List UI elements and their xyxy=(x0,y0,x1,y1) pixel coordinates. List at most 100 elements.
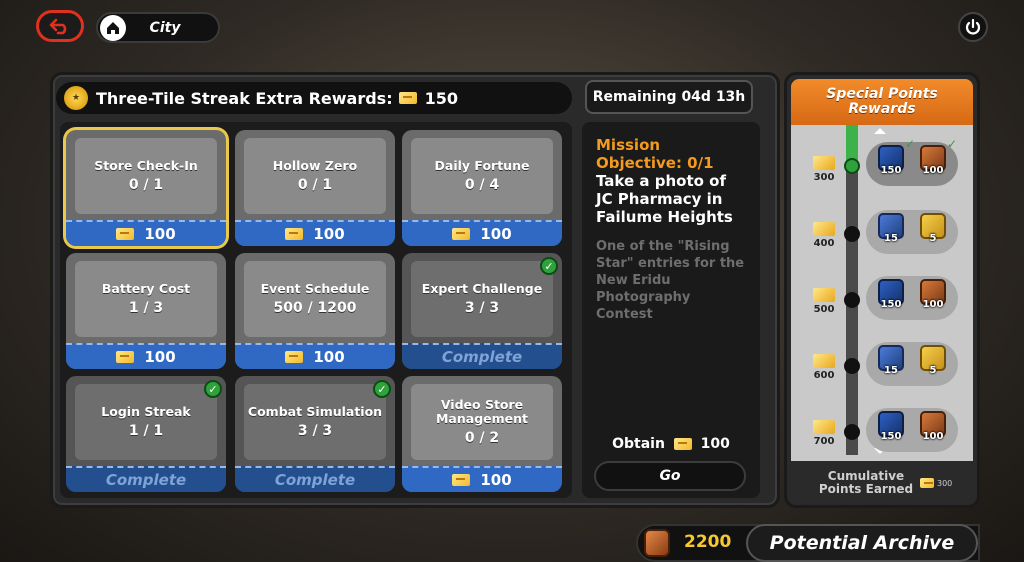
ticket-icon xyxy=(116,228,135,240)
tier-node-reached xyxy=(844,158,860,174)
tier-rewards[interactable]: 150 100 xyxy=(866,408,958,452)
tier-node xyxy=(844,226,860,242)
ticket-icon xyxy=(285,351,304,363)
special-points-title: Special Points Rewards xyxy=(791,79,973,125)
tile-name: Event Schedule xyxy=(260,281,370,296)
power-button[interactable] xyxy=(958,12,988,42)
reward-item: 100 ✓ xyxy=(915,137,957,183)
tile-name: Battery Cost xyxy=(101,281,191,296)
tile-name: Login Streak xyxy=(101,404,191,419)
mission-description: One of the "Rising Star" entries for the… xyxy=(596,239,745,322)
coin-icon: ★ xyxy=(64,86,88,110)
back-arrow-icon xyxy=(49,18,67,35)
tier-rewards[interactable]: 150 100 xyxy=(866,276,958,320)
tier-threshold: 500 xyxy=(810,288,838,315)
tile-reward: 100 xyxy=(235,343,395,369)
tile-reward: 100 xyxy=(66,343,226,369)
ticket-icon xyxy=(813,288,835,302)
tile-complete-status: Complete xyxy=(235,466,395,492)
streak-rewards-amount: 150 xyxy=(424,88,458,108)
tile-store-check-in[interactable]: Store Check-In 0 / 1 100 xyxy=(66,130,226,246)
tile-progress: 0 / 2 xyxy=(464,430,500,446)
tile-progress: 500 / 1200 xyxy=(273,300,357,316)
power-icon xyxy=(965,18,981,35)
tile-name: Combat Simulation xyxy=(247,404,383,419)
tile-reward-value: 100 xyxy=(144,348,176,366)
reward-item: 150 xyxy=(873,279,909,317)
reward-item: 100 xyxy=(915,411,951,449)
city-label: City xyxy=(149,19,181,36)
potential-archive-button[interactable]: Potential Archive xyxy=(746,524,978,562)
streak-rewards-header: ★ Three-Tile Streak Extra Rewards: 150 xyxy=(56,82,572,114)
cumulative-points-label: Cumulative Points Earned xyxy=(791,470,941,496)
tile-name: Expert Challenge xyxy=(421,281,543,296)
mission-objective: Objective: 0/1 xyxy=(596,154,714,172)
tile-reward-value: 100 xyxy=(480,225,512,243)
tile-name: Daily Fortune xyxy=(434,158,530,173)
tile-login-streak[interactable]: Login Streak 1 / 1 Complete ✓ xyxy=(66,376,226,492)
tile-name: Hollow Zero xyxy=(272,158,358,173)
check-icon: ✓ xyxy=(904,137,915,151)
go-button[interactable]: Go xyxy=(594,461,746,491)
tile-battery-cost[interactable]: Battery Cost 1 / 3 100 xyxy=(66,253,226,369)
reward-item: 150 xyxy=(873,411,909,449)
tile-complete-status: Complete xyxy=(66,466,226,492)
obtain-amount: 100 xyxy=(700,436,730,452)
tile-combat-simulation[interactable]: Combat Simulation 3 / 3 Complete ✓ xyxy=(235,376,395,492)
tile-name: Store Check-In xyxy=(94,158,198,173)
ticket-icon xyxy=(285,228,304,240)
tile-reward: 100 xyxy=(402,220,562,246)
home-icon xyxy=(100,14,126,41)
progress-line xyxy=(846,125,858,455)
streak-rewards-title: Three-Tile Streak Extra Rewards: xyxy=(96,88,393,108)
cumulative-line2: Points Earned xyxy=(818,482,914,496)
obtain-label: Obtain xyxy=(612,436,665,452)
reward-item: 5 xyxy=(915,345,951,383)
ticket-icon xyxy=(452,474,471,486)
tier-node xyxy=(844,424,860,440)
tier-node xyxy=(844,358,860,374)
tile-video-store-management[interactable]: Video Store Management 0 / 2 100 xyxy=(402,376,562,492)
copper-currency-icon xyxy=(644,529,670,557)
reward-item: 150 ✓ xyxy=(873,137,915,183)
tile-hollow-zero[interactable]: Hollow Zero 0 / 1 100 xyxy=(235,130,395,246)
ticket-icon xyxy=(452,228,471,240)
tile-reward: 100 xyxy=(235,220,395,246)
tier-rewards[interactable]: 150 ✓ 100 ✓ xyxy=(866,137,958,186)
tile-progress: 0 / 1 xyxy=(128,177,164,193)
tile-reward: 100 xyxy=(402,466,562,492)
ticket-icon xyxy=(673,438,692,450)
reward-item: 100 xyxy=(915,279,951,317)
mission-task: Take a photo of JC Pharmacy in Failume H… xyxy=(596,172,733,226)
tile-reward-value: 100 xyxy=(313,225,345,243)
tile-progress: 0 / 4 xyxy=(464,177,500,193)
tier-rewards[interactable]: 15 5 xyxy=(866,210,958,254)
city-nav-button[interactable]: City xyxy=(96,12,220,43)
tile-reward-value: 100 xyxy=(480,471,512,489)
reward-item: 15 xyxy=(873,213,909,251)
tier-rewards[interactable]: 15 5 xyxy=(866,342,958,386)
tile-reward: 100 xyxy=(66,220,226,246)
tile-reward-value: 100 xyxy=(144,225,176,243)
tile-event-schedule[interactable]: Event Schedule 500 / 1200 100 xyxy=(235,253,395,369)
tier-threshold: 600 xyxy=(810,354,838,381)
currency-amount: 2200 xyxy=(684,532,732,552)
mission-heading: Mission xyxy=(596,136,661,154)
scroll-up-icon[interactable] xyxy=(872,126,888,136)
ticket-icon xyxy=(116,351,135,363)
back-button[interactable] xyxy=(36,10,84,42)
tile-progress: 1 / 1 xyxy=(128,423,164,439)
check-icon: ✓ xyxy=(946,137,957,151)
check-icon: ✓ xyxy=(540,257,558,275)
tier-threshold: 400 xyxy=(810,222,838,249)
special-points-title-line1: Special Points xyxy=(826,86,938,102)
tile-daily-fortune[interactable]: Daily Fortune 0 / 4 100 xyxy=(402,130,562,246)
tile-progress: 3 / 3 xyxy=(297,423,333,439)
cumulative-points-amount: 300 xyxy=(920,478,952,488)
tile-expert-challenge[interactable]: Expert Challenge 3 / 3 Complete ✓ xyxy=(402,253,562,369)
mission-obtain: Obtain 100 xyxy=(582,436,760,452)
tier-threshold: 300 xyxy=(810,156,838,183)
tile-reward-value: 100 xyxy=(313,348,345,366)
tile-progress: 1 / 3 xyxy=(128,300,164,316)
task-grid: Store Check-In 0 / 1 100 Hollow Zero 0 / 1… xyxy=(60,122,572,498)
